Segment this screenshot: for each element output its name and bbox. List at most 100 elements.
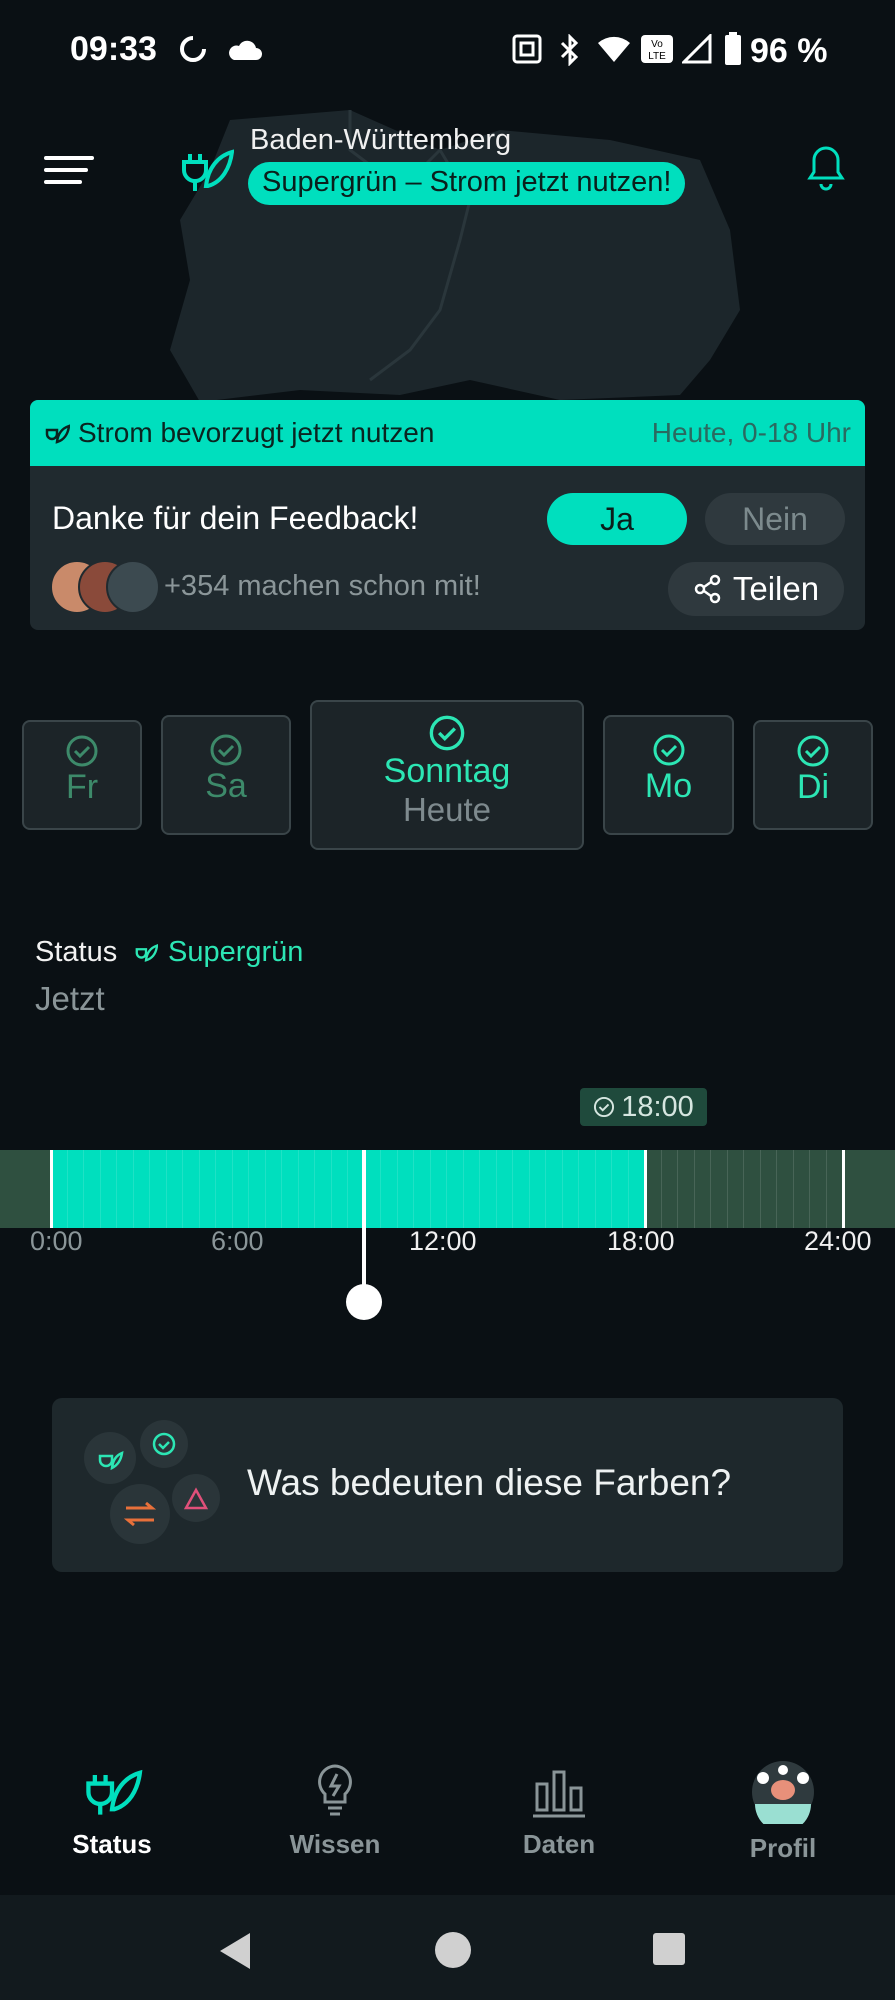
timeline-segment-line — [611, 1150, 612, 1228]
status-value: Supergrün — [168, 936, 304, 968]
timeline-segment-line — [380, 1150, 381, 1228]
share-label: Teilen — [732, 570, 820, 607]
timeline-bar[interactable] — [0, 1150, 895, 1228]
back-icon[interactable] — [218, 1931, 254, 1971]
timeline-segment-line — [462, 1150, 464, 1228]
no-button[interactable]: Nein — [705, 493, 845, 545]
timeline-tick-label: 6:00 — [211, 1226, 264, 1256]
color-legend-icons — [84, 1420, 220, 1544]
timeline-segment-line — [776, 1150, 777, 1228]
timeline-segment-line — [743, 1150, 744, 1228]
timeline-segment-line — [116, 1150, 117, 1228]
banner-title: Strom bevorzugt jetzt nutzen — [78, 417, 435, 448]
system-navigation-bar — [0, 1895, 895, 2000]
card-banner: Strom bevorzugt jetzt nutzen Heute, 0-18… — [30, 400, 865, 466]
timeline-segment-line — [594, 1150, 596, 1228]
timeline-segment-line — [726, 1150, 728, 1228]
timeline-segment-line — [644, 1150, 647, 1228]
status-pill[interactable]: Supergrün – Strom jetzt nutzen! — [248, 162, 686, 205]
timeline-segment-line — [231, 1150, 233, 1228]
check-icon — [66, 735, 98, 767]
day-sublabel: Heute — [402, 791, 492, 828]
bell-icon[interactable] — [804, 140, 848, 192]
timeline-tick-label: 12:00 — [409, 1226, 477, 1256]
check-icon — [653, 734, 684, 766]
timeline-segment-line — [495, 1150, 497, 1228]
timeline-segment-line — [149, 1150, 150, 1228]
day-label: Sonntag — [383, 752, 511, 790]
day-monday[interactable]: Mo — [603, 715, 734, 835]
feedback-thanks: Danke für dein Feedback! — [52, 500, 419, 536]
now-label: Jetzt — [35, 980, 105, 1017]
timeline-segment-line — [330, 1150, 332, 1228]
battery-icon — [725, 32, 741, 65]
day-sunday-today[interactable]: Sonntag Heute — [310, 700, 584, 850]
timeline-cursor[interactable] — [361, 1150, 366, 1290]
timeline-segment-line — [479, 1150, 480, 1228]
timeline-segment-line — [50, 1150, 53, 1228]
timeline-segment-line — [66, 1150, 68, 1228]
timeline-segment-line — [347, 1150, 348, 1228]
svg-text:LTE: LTE — [648, 51, 666, 62]
timeline-segment-line — [660, 1150, 662, 1228]
timeline-segment-line — [165, 1150, 167, 1228]
timeline-segment-line — [132, 1150, 134, 1228]
timeline-segment-line — [693, 1150, 695, 1228]
bar-chart-icon — [533, 1770, 585, 1818]
day-friday[interactable]: Fr — [22, 720, 142, 830]
legend-question: Was bedeuten diese Farben? — [247, 1462, 732, 1503]
timeline-segment-line — [792, 1150, 794, 1228]
timeline-segment-line — [182, 1150, 183, 1228]
nav-status[interactable]: Status — [22, 1760, 202, 1860]
nav-profil[interactable]: Profil — [693, 1760, 873, 1864]
timeline-segment-line — [413, 1150, 414, 1228]
cloud-icon — [229, 40, 262, 60]
svg-text:Vo: Vo — [651, 39, 663, 50]
check-icon — [797, 735, 829, 767]
day-saturday[interactable]: Sa — [161, 715, 291, 835]
volte-icon: VoLTE — [641, 35, 673, 63]
banner-time: Heute, 0-18 Uhr — [651, 417, 851, 448]
battery-level: 96 % — [750, 32, 828, 70]
profile-avatar-icon — [752, 1761, 814, 1832]
menu-button[interactable] — [40, 152, 96, 188]
feedback-card: Strom bevorzugt jetzt nutzen Heute, 0-18… — [30, 400, 865, 630]
timeline-segment-line — [281, 1150, 282, 1228]
timeline-segment-line — [264, 1150, 266, 1228]
nav-label: Daten — [522, 1829, 596, 1859]
day-label: Mo — [644, 767, 693, 805]
nav-label: Profil — [749, 1833, 817, 1863]
nfc-icon — [512, 34, 542, 64]
timeline-segment-line — [99, 1150, 101, 1228]
timeline-segment-line — [627, 1150, 629, 1228]
timeline-cursor-handle[interactable] — [345, 1284, 382, 1320]
yes-button[interactable]: Ja — [547, 493, 687, 545]
timeline-tick-label: 0:00 — [30, 1226, 83, 1256]
recents-icon[interactable] — [652, 1932, 686, 1966]
participant-avatars — [50, 560, 160, 616]
sync-icon — [180, 36, 206, 62]
nav-daten[interactable]: Daten — [469, 1760, 649, 1860]
share-button[interactable]: Teilen — [668, 562, 844, 616]
nav-wissen[interactable]: Wissen — [245, 1760, 425, 1860]
nav-label: Status — [72, 1829, 152, 1859]
timeline-segment-line — [561, 1150, 563, 1228]
lightbulb-icon — [318, 1764, 352, 1816]
timeline-segment-line — [528, 1150, 530, 1228]
day-tuesday[interactable]: Di — [753, 720, 873, 830]
share-icon — [694, 574, 721, 604]
home-icon[interactable] — [434, 1931, 472, 1969]
check-icon — [594, 1096, 615, 1118]
clock: 09:33 — [70, 30, 157, 68]
timeline-tick-label: 18:00 — [607, 1226, 675, 1256]
badge-time: 18:00 — [621, 1090, 694, 1123]
timeline-tick-label: 24:00 — [804, 1226, 872, 1256]
timeline-segment-line — [297, 1150, 299, 1228]
timeline-segment-line — [578, 1150, 579, 1228]
signal-icon — [682, 34, 712, 64]
timeline-segment-line — [429, 1150, 431, 1228]
wifi-icon — [598, 36, 630, 62]
timeline-segment-line — [545, 1150, 546, 1228]
timeline-segment-line — [512, 1150, 513, 1228]
color-legend-card[interactable]: Was bedeuten diese Farben? — [52, 1398, 843, 1572]
